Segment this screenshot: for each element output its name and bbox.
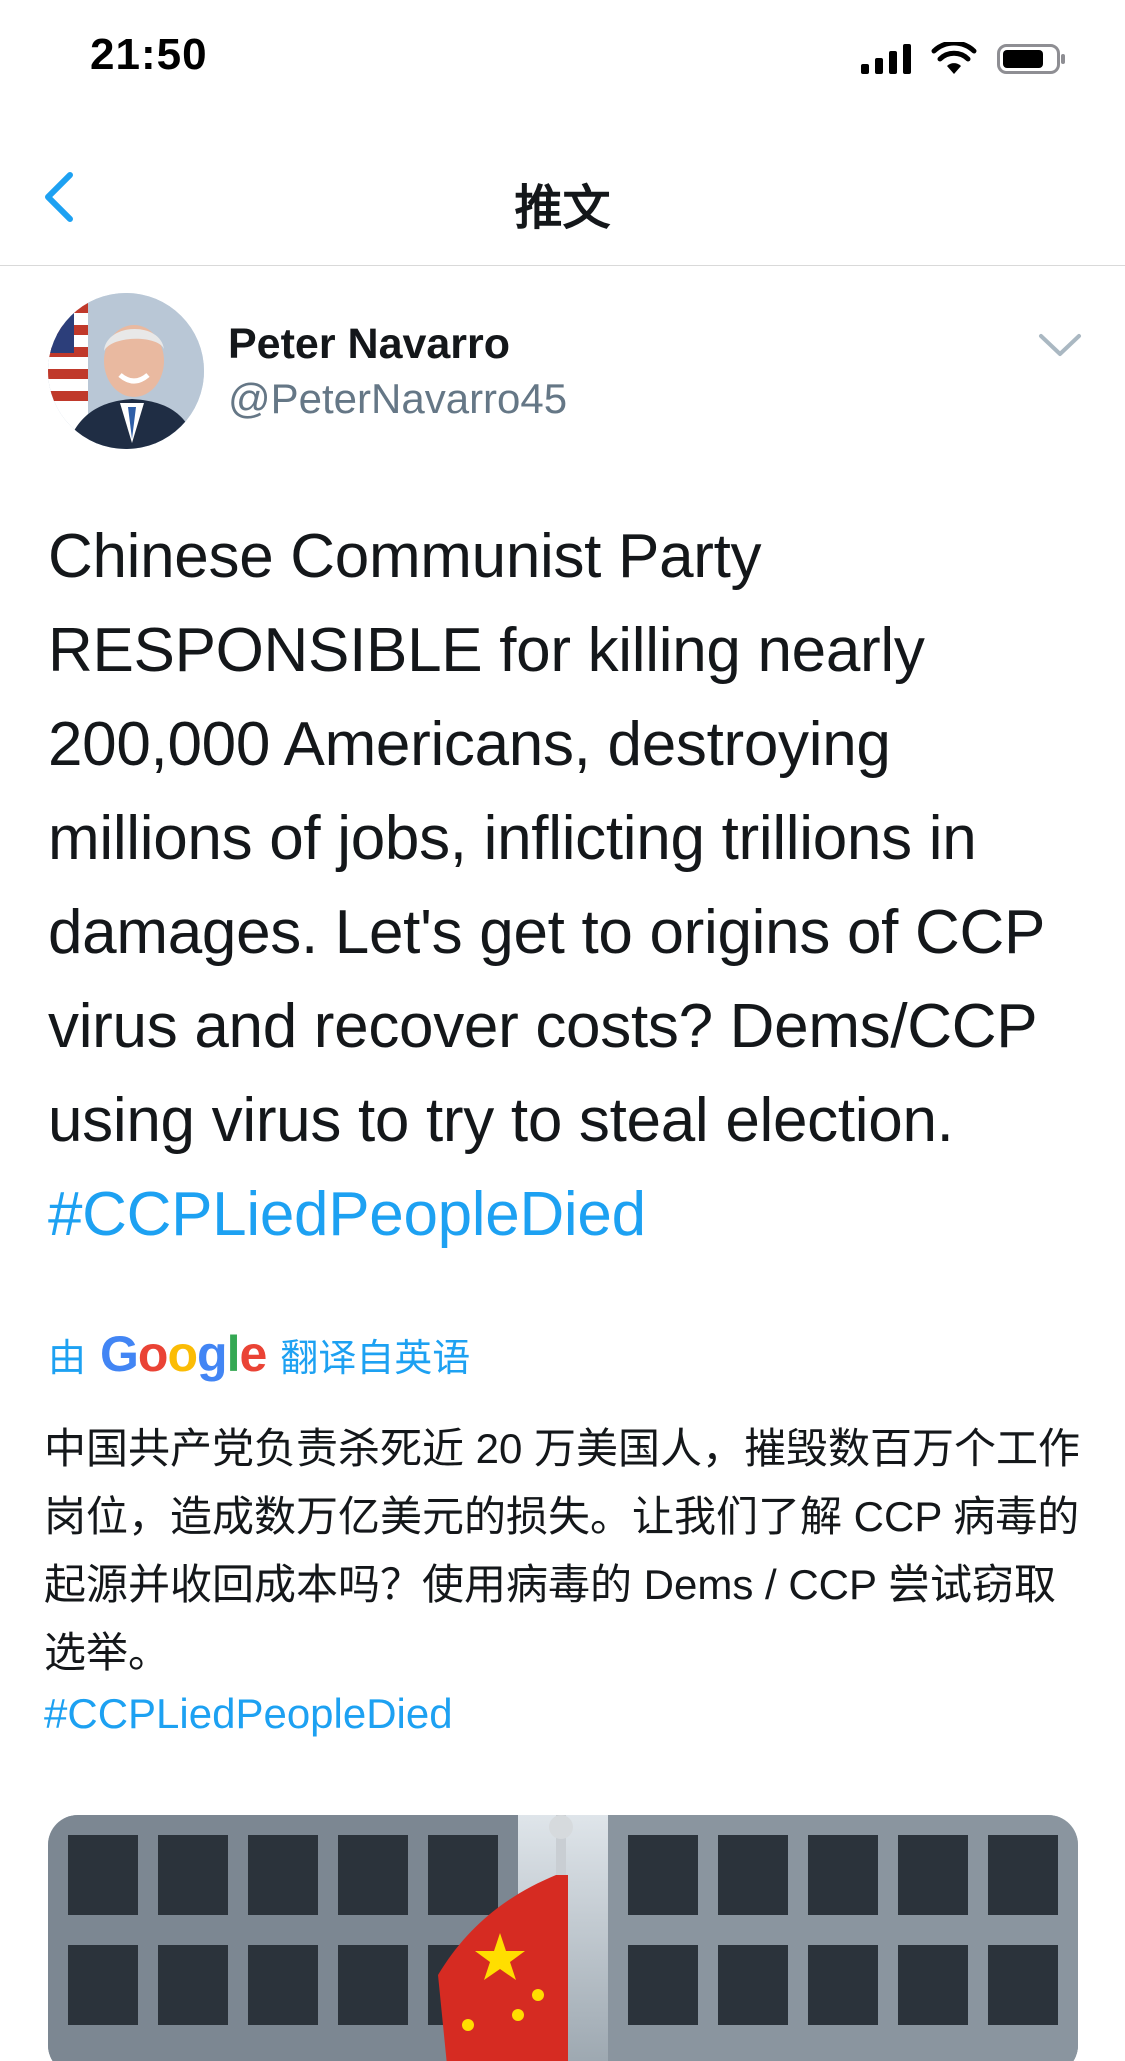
cellular-signal-icon bbox=[861, 44, 911, 74]
tweet-body: Chinese Communist Party RESPONSIBLE for … bbox=[48, 522, 1044, 1155]
translation-prefix: 由 bbox=[48, 1337, 87, 1380]
tweet-media-image[interactable] bbox=[48, 1815, 1078, 2061]
translated-text: 中国共产党负责杀死近 20 万美国人，摧毁数百万个工作岗位，造成数万亿美元的损失… bbox=[44, 1425, 1081, 1676]
avatar[interactable] bbox=[48, 293, 204, 449]
status-time: 21:50 bbox=[90, 30, 208, 79]
wifi-icon bbox=[931, 42, 977, 74]
tweet-text: Chinese Communist Party RESPONSIBLE for … bbox=[48, 510, 1088, 1262]
google-logo: Google bbox=[100, 1326, 267, 1382]
author-handle[interactable]: @PeterNavarro45 bbox=[228, 375, 567, 423]
status-icons bbox=[861, 42, 1067, 76]
translation-attribution[interactable]: 由 Google 翻译自英语 bbox=[48, 1325, 470, 1383]
translation-suffix: 翻译自英语 bbox=[280, 1337, 471, 1380]
status-bar: 21:50 bbox=[0, 0, 1125, 120]
chevron-down-icon[interactable] bbox=[1037, 330, 1083, 360]
translated-hashtag[interactable]: #CCPLiedPeopleDied bbox=[44, 1690, 453, 1738]
page-title: 推文 bbox=[514, 182, 611, 235]
tweet-hashtag[interactable]: #CCPLiedPeopleDied bbox=[48, 1180, 646, 1249]
navigation-bar: 推文 bbox=[0, 120, 1125, 266]
media-photo bbox=[48, 1815, 1078, 2061]
avatar-image bbox=[48, 293, 204, 449]
author-name[interactable]: Peter Navarro bbox=[228, 320, 510, 369]
tweet-detail-screen: 21:50 推文 Peter Navarro @PeterNavarro45 C… bbox=[0, 0, 1125, 2061]
battery-icon bbox=[997, 44, 1065, 74]
